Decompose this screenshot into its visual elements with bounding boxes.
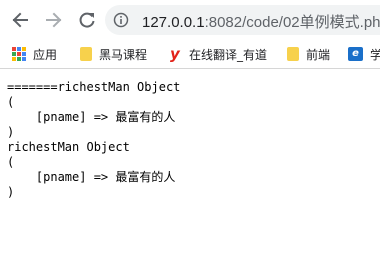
bookmark-heima[interactable]: 黑马课程 <box>80 45 147 63</box>
output-line: =======richestMan Object <box>7 80 181 94</box>
back-arrow-icon[interactable] <box>8 8 32 32</box>
apps-grid-icon <box>12 47 26 61</box>
bookmark-label: 应用 <box>33 47 58 62</box>
bookmark-frontend[interactable]: 前端 <box>287 45 330 63</box>
output-line: [pname] => 最富有的人 <box>7 170 176 184</box>
forward-arrow-icon[interactable] <box>42 8 66 32</box>
bookmark-apps[interactable]: 应用 <box>12 45 57 63</box>
bookmark-youdao[interactable]: y 在线翻译_有道 <box>170 45 267 63</box>
output-line: [pname] => 最富有的人 <box>7 110 176 124</box>
folder-icon <box>287 47 299 61</box>
bookmark-label: 黑马课程 <box>99 47 148 62</box>
bookmark-xue[interactable]: e 学 <box>348 45 380 63</box>
output-line: ) <box>7 185 15 199</box>
bookmark-label: 学 <box>370 47 380 62</box>
output-line: ( <box>7 155 15 169</box>
info-circle-icon[interactable] <box>113 12 129 28</box>
output-line: ) <box>7 125 15 139</box>
youdao-icon: y <box>170 45 180 63</box>
bookmark-label: 前端 <box>306 47 331 62</box>
output-line: richestMan Object <box>7 140 130 154</box>
url-text[interactable]: 127.0.0.1:8082/code/02单例模式.php <box>142 11 380 32</box>
folder-icon <box>80 47 92 61</box>
xue-icon: e <box>348 47 363 61</box>
url-host: 127.0.0.1 <box>142 14 205 31</box>
reload-icon[interactable] <box>75 8 99 32</box>
bookmarks-bar: 应用 黑马课程 y 在线翻译_有道 前端 e 学 <box>0 40 380 69</box>
output-line: ( <box>7 95 15 109</box>
url-path: :8082/code/02单例模式.php <box>204 14 380 31</box>
page-output: =======richestMan Object ( [pname] => 最富… <box>7 80 180 200</box>
address-bar[interactable]: 127.0.0.1:8082/code/02单例模式.php <box>105 5 380 35</box>
bookmark-label: 在线翻译_有道 <box>189 47 268 62</box>
browser-toolbar: 127.0.0.1:8082/code/02单例模式.php <box>0 0 380 40</box>
